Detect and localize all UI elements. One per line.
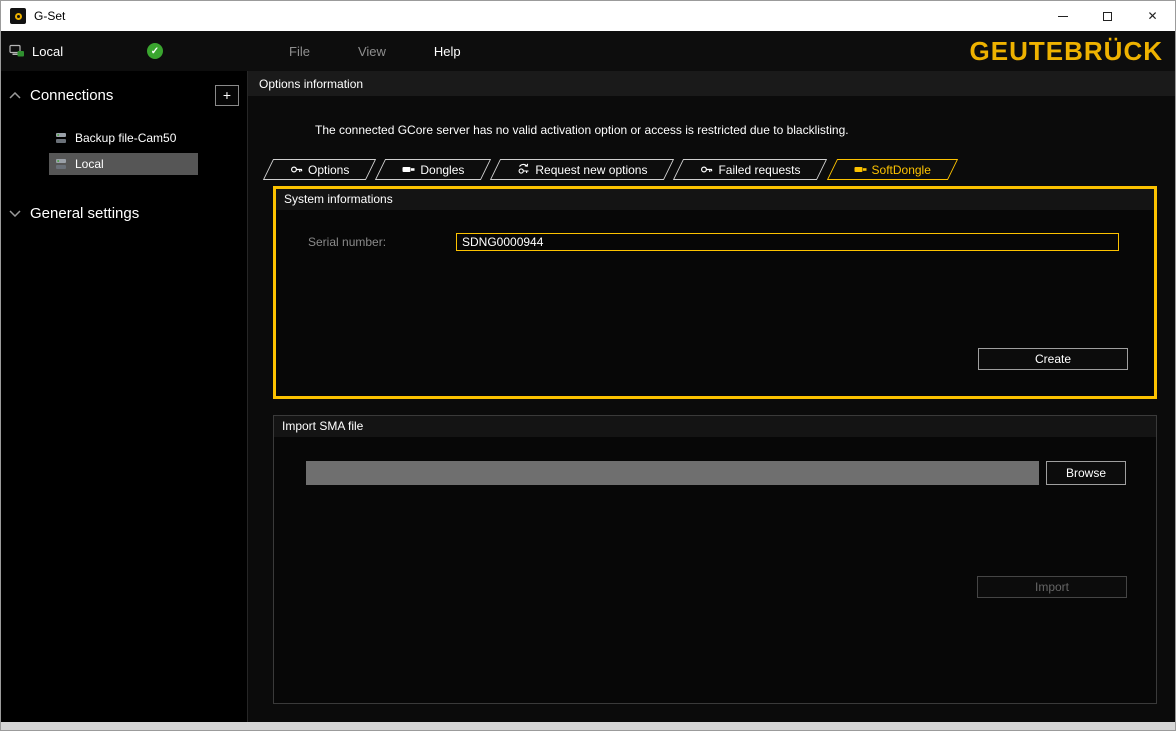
connection-item-backup[interactable]: Backup file-Cam50 <box>49 127 198 149</box>
window-title: G-Set <box>34 9 65 23</box>
tab-label: Options <box>308 163 349 177</box>
serial-number-label: Serial number: <box>308 235 456 249</box>
server-icon <box>54 157 68 171</box>
app-window: G-Set ✕ Local ✓ File Vie <box>0 0 1176 731</box>
import-button[interactable]: Import <box>977 576 1127 598</box>
sidebar-section-general-settings[interactable]: General settings <box>1 201 247 225</box>
tab-strip: Options Dongles <box>268 159 962 180</box>
brand-logo: GEUTEBRÜCK <box>970 36 1163 67</box>
sidebar-section-connections[interactable]: Connections + <box>1 83 247 107</box>
activation-notice: The connected GCore server has no valid … <box>315 123 849 137</box>
tab-label: Request new options <box>535 163 647 177</box>
tab-options[interactable]: Options <box>268 159 371 180</box>
minimize-button[interactable] <box>1040 1 1085 31</box>
server-icon <box>54 131 68 145</box>
key-icon <box>700 163 713 176</box>
section-label: Connections <box>30 87 113 104</box>
connected-check-icon: ✓ <box>147 43 163 59</box>
title-bar[interactable]: G-Set ✕ <box>1 1 1175 31</box>
menu-bar: File View Help <box>289 44 461 59</box>
page-title: Options information <box>248 71 1175 96</box>
menu-view[interactable]: View <box>358 44 386 59</box>
sma-file-path-input[interactable] <box>306 461 1039 485</box>
menu-help[interactable]: Help <box>434 44 461 59</box>
close-button[interactable]: ✕ <box>1130 1 1175 31</box>
tab-request-new-options[interactable]: Request new options <box>495 159 669 180</box>
tab-label: Failed requests <box>718 163 800 177</box>
create-button[interactable]: Create <box>978 348 1128 370</box>
panel-title: Import SMA file <box>274 416 1156 437</box>
add-connection-button[interactable]: + <box>215 85 239 106</box>
tab-label: Dongles <box>420 163 464 177</box>
connection-item-label: Backup file-Cam50 <box>75 131 176 145</box>
section-label: General settings <box>30 205 139 222</box>
close-icon: ✕ <box>1147 10 1157 22</box>
dongle-icon <box>402 163 415 176</box>
key-icon <box>290 163 303 176</box>
tab-dongles[interactable]: Dongles <box>380 159 486 180</box>
panel-title: System informations <box>276 189 1154 210</box>
tab-failed-requests[interactable]: Failed requests <box>678 159 822 180</box>
horizontal-scrollbar[interactable] <box>1 722 1175 730</box>
sidebar: Connections + Backup file-Cam50 <box>1 71 248 722</box>
chevron-down-icon <box>9 210 23 217</box>
top-bar: Local ✓ File View Help GEUTEBRÜCK <box>1 31 1175 71</box>
connection-icon <box>9 43 25 59</box>
connection-item-local[interactable]: Local <box>49 153 198 175</box>
maximize-button[interactable] <box>1085 1 1130 31</box>
system-informations-panel: System informations Serial number: Creat… <box>273 186 1157 399</box>
dongle-icon <box>854 163 867 176</box>
connection-item-label: Local <box>75 157 104 171</box>
connection-selector[interactable]: Local ✓ <box>9 43 163 59</box>
tab-softdongle[interactable]: SoftDongle <box>832 159 953 180</box>
serial-number-input[interactable] <box>456 233 1119 251</box>
tab-label: SoftDongle <box>872 163 931 177</box>
maximize-icon <box>1103 12 1112 21</box>
minimize-icon <box>1058 16 1068 17</box>
chevron-up-icon <box>9 92 23 99</box>
main-content: Options information The connected GCore … <box>248 71 1175 722</box>
key-request-icon <box>517 163 530 176</box>
menu-file[interactable]: File <box>289 44 310 59</box>
import-sma-panel: Import SMA file Browse Import <box>273 415 1157 704</box>
app-logo-icon <box>10 8 26 24</box>
connection-label: Local <box>32 44 63 59</box>
browse-button[interactable]: Browse <box>1046 461 1126 485</box>
connections-list: Backup file-Cam50 Local <box>1 127 247 175</box>
